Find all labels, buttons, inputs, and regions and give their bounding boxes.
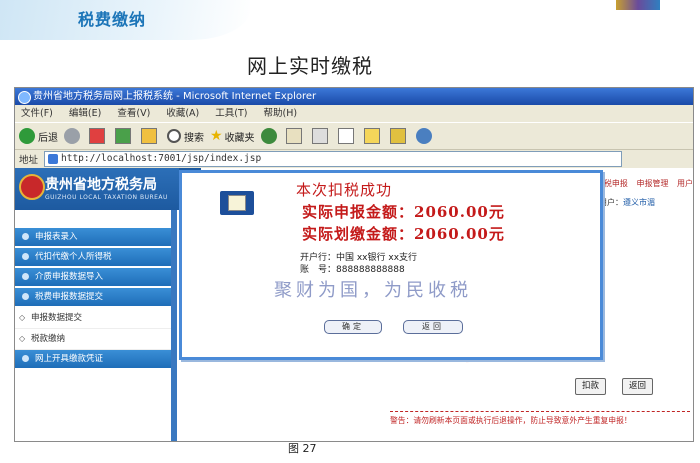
payment-success-dialog: 本次扣税成功 实际申报金额：2060.00元 实际划缴金额：2060.00元 开…: [179, 170, 603, 360]
star-icon: ★: [210, 128, 223, 144]
stop-button[interactable]: [89, 128, 109, 144]
dialog-slogan: 聚财为国，为民收税: [274, 280, 472, 301]
menu-bar: 文件(F) 编辑(E) 查看(V) 收藏(A) 工具(T) 帮助(H): [15, 105, 693, 122]
section-title: 税费缴纳: [78, 10, 147, 29]
window-title: 贵州省地方税务局网上报税系统 - Microsoft Internet Expl…: [33, 91, 317, 102]
window-titlebar: 贵州省地方税务局网上报税系统 - Microsoft Internet Expl…: [15, 88, 693, 105]
home-icon: [141, 128, 157, 144]
menu-edit[interactable]: 编辑(E): [69, 108, 101, 119]
site-title: 贵州省地方税务局: [45, 177, 157, 193]
corner-image: [616, 0, 660, 10]
research-icon: [389, 128, 406, 144]
refresh-button[interactable]: [115, 128, 135, 144]
mail-button[interactable]: [285, 128, 306, 144]
nav-declaration-management[interactable]: 申报管理: [636, 179, 668, 188]
nav-user[interactable]: 用户: [677, 179, 693, 188]
forward-arrow-icon: [64, 128, 80, 144]
sidebar-item-data-submit[interactable]: 税费申报数据提交: [15, 288, 171, 308]
dialog-back-button[interactable]: 返回: [403, 320, 463, 334]
site-logo: 贵州省地方税务局 GUIZHOU LOCAL TAXATION BUREAU: [15, 168, 179, 210]
print-button[interactable]: [311, 128, 332, 144]
back-arrow-icon: [19, 128, 35, 144]
menu-file[interactable]: 文件(F): [21, 108, 53, 119]
refresh-icon: [115, 128, 131, 144]
edit-button[interactable]: [337, 128, 358, 144]
sidebar-subitem-submit[interactable]: 申报数据提交: [15, 308, 171, 329]
history-icon: [260, 128, 277, 144]
tax-emblem-icon: [19, 174, 45, 200]
favorites-button[interactable]: ★ 收藏夹: [210, 128, 255, 144]
address-bar: 地址 http://localhost:7001/jsp/index.jsp: [15, 150, 693, 168]
dialog-ok-button[interactable]: 确定: [324, 320, 382, 334]
browser-toolbar: 后退 搜索 ★ 收藏夹: [15, 122, 693, 150]
sidebar-item-payment-voucher[interactable]: 网上开具缴款凭证: [15, 350, 171, 370]
sidebar-splitter[interactable]: [171, 210, 177, 441]
slide-header: 税费缴纳: [0, 0, 700, 40]
top-nav: 纳税申报 申报管理 用户: [590, 178, 693, 189]
search-button[interactable]: 搜索: [167, 129, 204, 144]
forward-button[interactable]: [64, 128, 83, 144]
site-subtitle: GUIZHOU LOCAL TAXATION BUREAU: [45, 194, 168, 201]
messenger-icon: [415, 128, 432, 144]
menu-tools[interactable]: 工具(T): [215, 108, 247, 119]
dialog-declared-amount: 实际申报金额：2060.00元: [302, 203, 505, 221]
ie-icon: [18, 91, 31, 104]
menu-help[interactable]: 帮助(H): [264, 108, 298, 119]
page-back-button[interactable]: 返回: [622, 378, 654, 395]
discuss-button[interactable]: [363, 128, 384, 144]
address-input[interactable]: http://localhost:7001/jsp/index.jsp: [44, 151, 623, 167]
sidebar-item-declaration-entry[interactable]: 申报表录入: [15, 228, 171, 248]
sidebar: 申报表录入 代扣代缴个人所得税 介质申报数据导入 税费申报数据提交 申报数据提交…: [15, 228, 171, 370]
deduct-button[interactable]: 扣款: [575, 378, 607, 395]
research-button[interactable]: [389, 128, 410, 144]
history-button[interactable]: [260, 128, 280, 144]
discuss-icon: [363, 128, 380, 144]
messenger-button[interactable]: [415, 128, 435, 144]
dialog-account: 账 号：888888888888: [300, 265, 405, 275]
menu-view[interactable]: 查看(V): [117, 108, 150, 119]
sidebar-subitem-tax-payment[interactable]: 税款缴纳: [15, 329, 171, 350]
home-button[interactable]: [141, 128, 161, 144]
dialog-icon: [220, 191, 254, 215]
figure-caption: 图 27: [288, 442, 317, 455]
print-icon: [311, 128, 328, 144]
stop-icon: [89, 128, 105, 144]
page-actions: 扣款 返回: [575, 378, 669, 395]
page-headline: 网上实时缴税: [247, 54, 373, 78]
dialog-success-message: 本次扣税成功: [296, 181, 393, 199]
sidebar-item-media-import[interactable]: 介质申报数据导入: [15, 268, 171, 288]
back-button[interactable]: 后退: [19, 128, 58, 144]
dialog-paid-amount: 实际划缴金额：2060.00元: [302, 225, 505, 243]
sidebar-item-withholding-tax[interactable]: 代扣代缴个人所得税: [15, 248, 171, 268]
edit-icon: [337, 128, 354, 144]
warning-text: 警告：请勿刷新本页面或执行后退操作，防止导致意外产生重复申报！: [390, 411, 690, 426]
menu-favorites[interactable]: 收藏(A): [166, 108, 199, 119]
address-label: 地址: [19, 155, 39, 166]
search-icon: [167, 129, 181, 143]
mail-icon: [285, 128, 302, 144]
